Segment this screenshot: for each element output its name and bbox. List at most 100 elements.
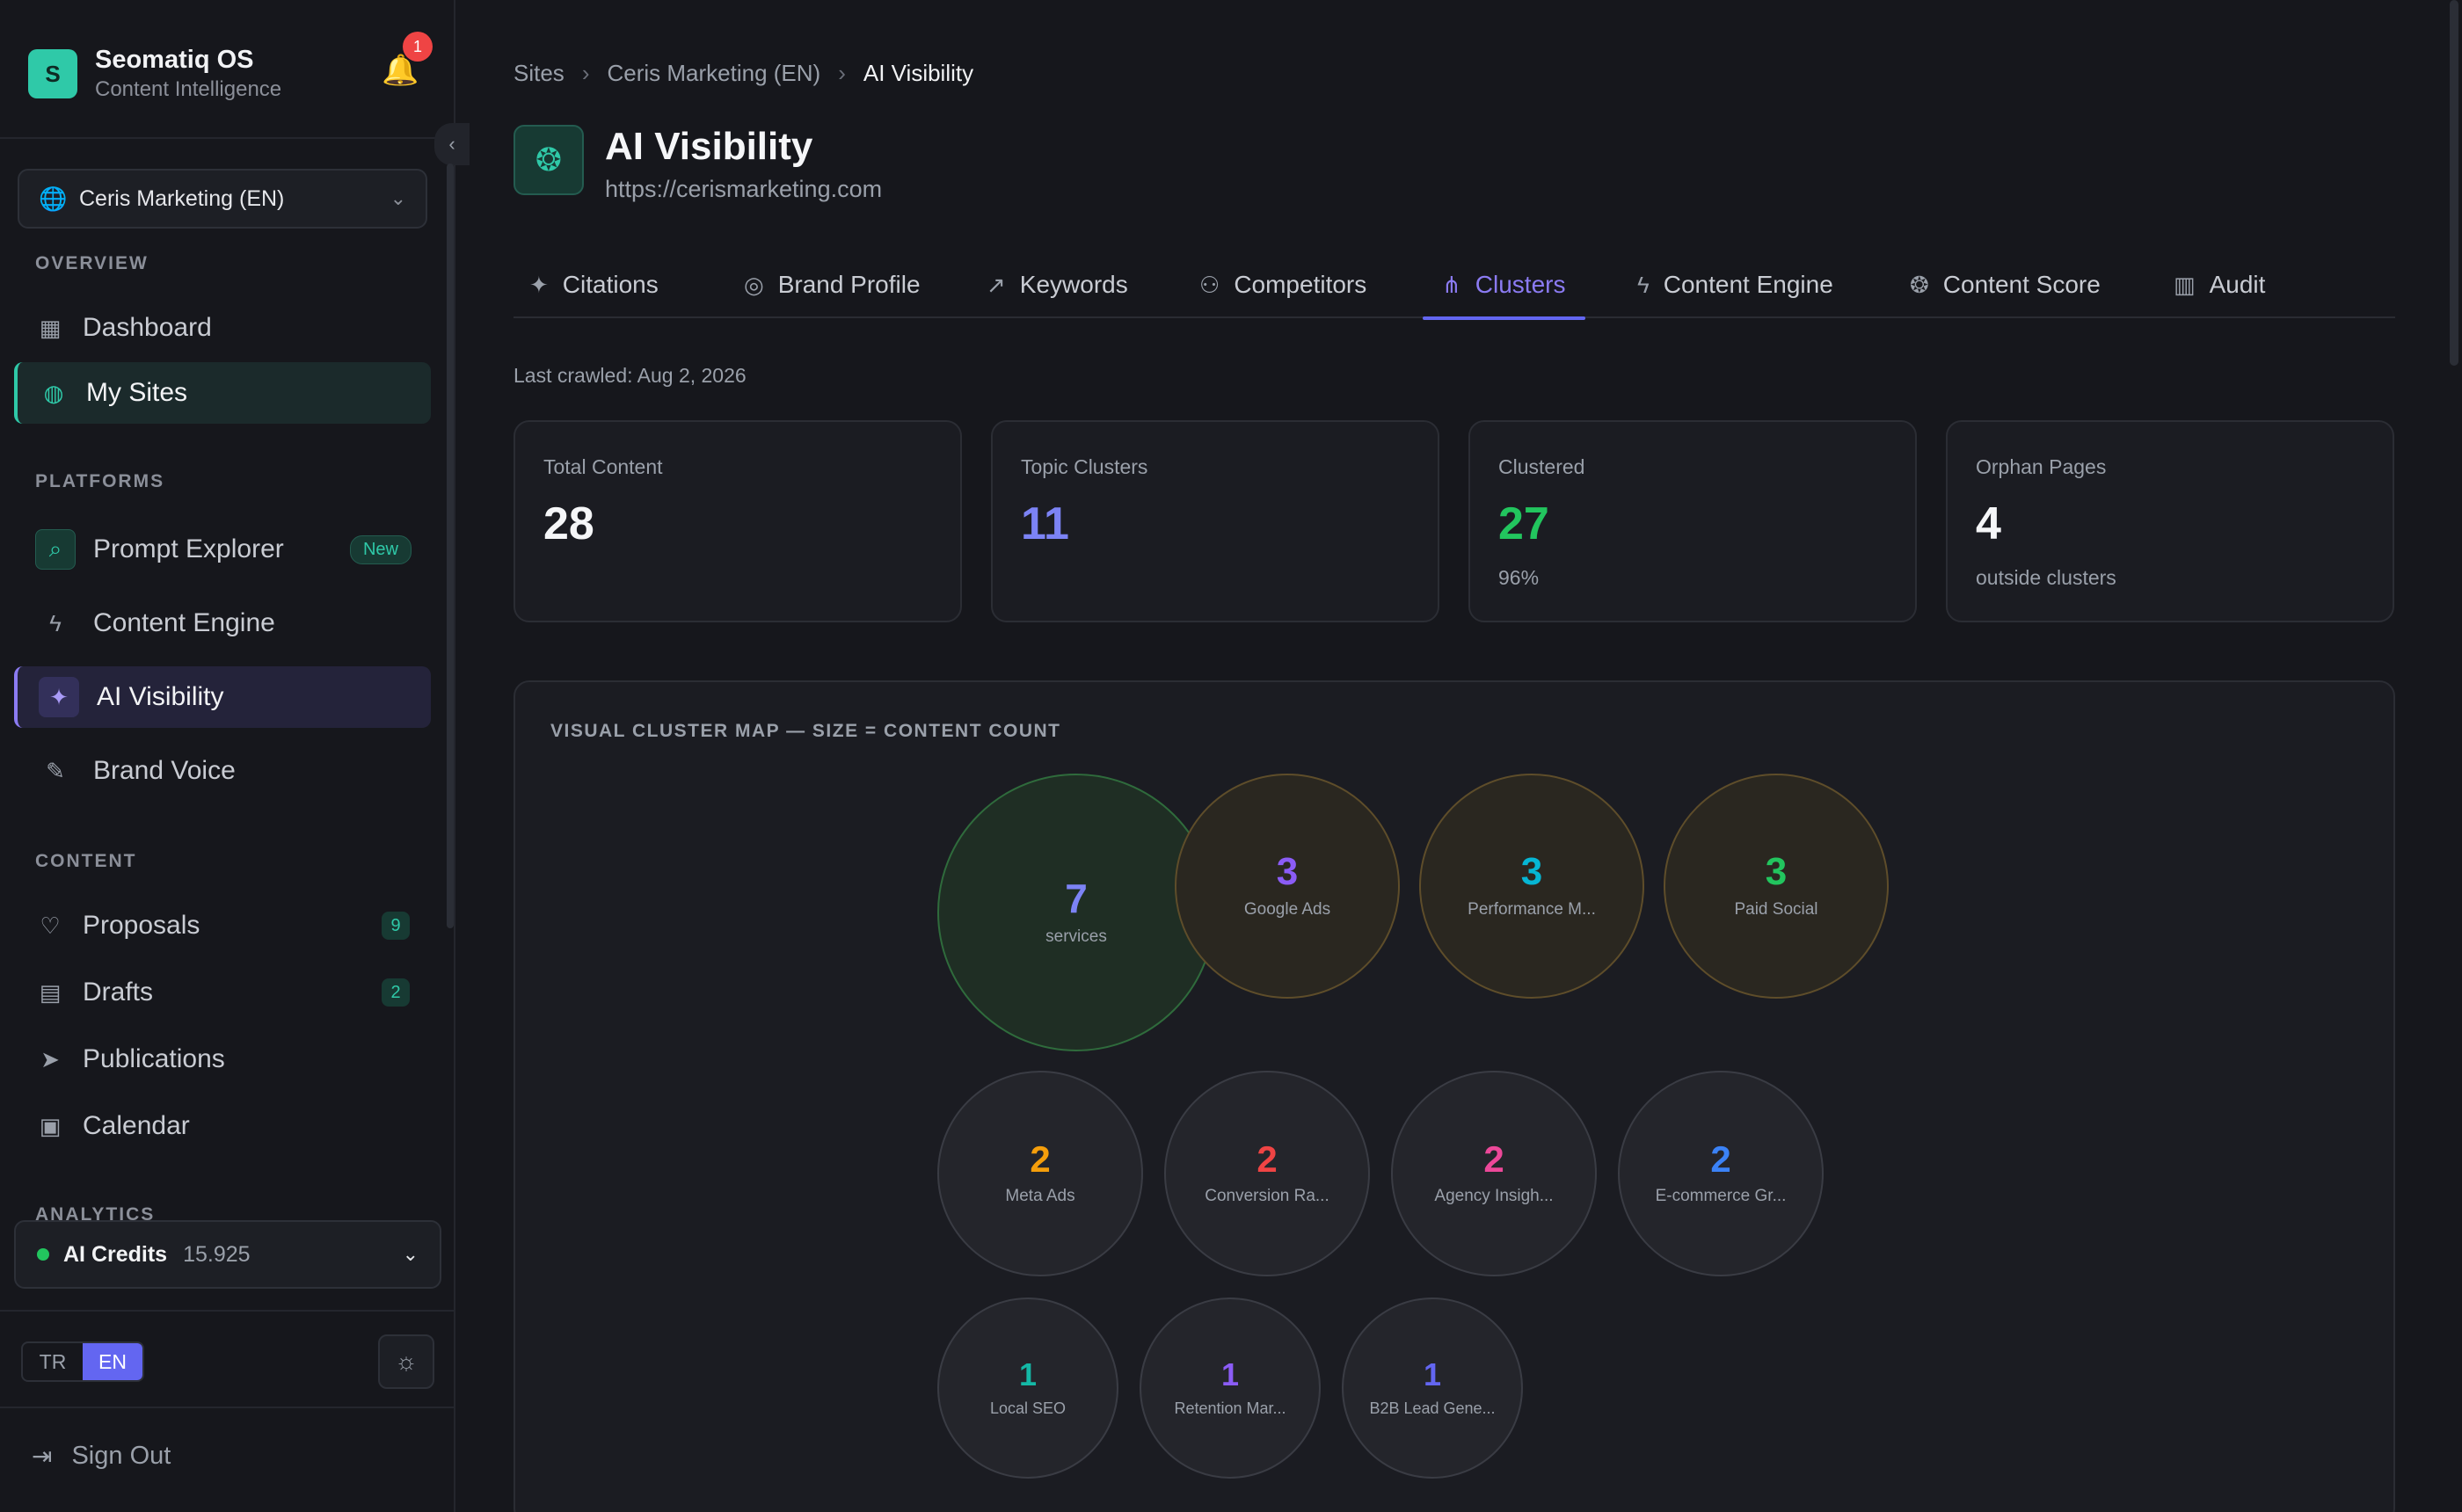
- stat-value: 27: [1498, 498, 1549, 549]
- cluster-bubble[interactable]: 1 Retention Mar...: [1140, 1298, 1321, 1479]
- site-selector[interactable]: 🌐 Ceris Marketing (EN) ⌄: [18, 169, 427, 229]
- cluster-count: 1: [1423, 1356, 1442, 1392]
- cluster-label: Local SEO: [989, 1399, 1067, 1417]
- cluster-label: B2B Lead Gene...: [1369, 1399, 1496, 1417]
- sidebar-item-publications[interactable]: ➤ Publications: [14, 1029, 431, 1090]
- cluster-map-title: VISUAL CLUSTER MAP — SIZE = CONTENT COUN…: [550, 721, 1061, 741]
- tab-brand-profile[interactable]: ◎ Brand Profile: [744, 251, 921, 318]
- cluster-bubble[interactable]: 3 Google Ads: [1175, 774, 1400, 999]
- feather-icon: ✎: [46, 757, 65, 784]
- stat-subtext: outside clusters: [1976, 566, 2116, 589]
- lightbulb-icon: ♡: [40, 912, 61, 939]
- site-url[interactable]: https://cerismarketing.com: [605, 176, 882, 203]
- sparkles-icon: ✦: [529, 271, 549, 298]
- page-scrollbar[interactable]: [2450, 0, 2458, 366]
- sidebar-item-label: My Sites: [86, 378, 188, 407]
- cluster-bubble[interactable]: 1 B2B Lead Gene...: [1342, 1298, 1523, 1479]
- trending-up-icon: ↗: [987, 271, 1006, 298]
- tab-competitors[interactable]: ⚇ Competitors: [1199, 251, 1366, 318]
- sidebar-item-label: Prompt Explorer: [93, 534, 284, 563]
- tab-audit[interactable]: ▥ Audit: [2174, 251, 2265, 318]
- cluster-bubble[interactable]: 2 Conversion Ra...: [1164, 1071, 1370, 1276]
- tab-keywords[interactable]: ↗ Keywords: [987, 251, 1128, 318]
- send-icon: ➤: [40, 1045, 60, 1072]
- section-label-overview: OVERVIEW: [35, 253, 149, 273]
- lang-en-button[interactable]: EN: [83, 1343, 142, 1380]
- bolt-icon: ϟ: [1637, 271, 1650, 298]
- cluster-bubble[interactable]: 7 services: [937, 774, 1215, 1051]
- divider: [0, 1407, 455, 1408]
- tab-label: Audit: [2209, 271, 2266, 298]
- brain-icon: ❂: [514, 125, 584, 195]
- sign-out-button[interactable]: ⇥ Sign Out: [32, 1442, 171, 1471]
- chevron-right-icon: ›: [838, 60, 846, 86]
- breadcrumb-sites[interactable]: Sites: [514, 60, 565, 87]
- chevron-left-icon: ‹: [448, 133, 455, 155]
- page-header: ❂ AI Visibility https://cerismarketing.c…: [514, 125, 882, 203]
- sidebar: S Seomatiq OS Content Intelligence 🔔 1 ‹…: [0, 0, 470, 1512]
- stat-label: Clustered: [1498, 455, 1585, 478]
- sign-out-label: Sign Out: [71, 1442, 171, 1470]
- cluster-count: 7: [1065, 876, 1088, 921]
- stat-card-topic-clusters: Topic Clusters 11: [991, 420, 1439, 622]
- tab-citations[interactable]: ✦ Citations: [529, 251, 659, 318]
- cluster-label: Paid Social: [1734, 900, 1818, 919]
- sidebar-item-dashboard[interactable]: ▦ Dashboard: [14, 297, 431, 359]
- sidebar-item-my-sites[interactable]: ◍ My Sites: [14, 362, 431, 424]
- calendar-icon: ▣: [39, 1112, 62, 1139]
- stat-label: Orphan Pages: [1976, 455, 2107, 478]
- notifications-button[interactable]: 🔔 1: [382, 32, 433, 90]
- breadcrumb-current: AI Visibility: [863, 60, 974, 86]
- fingerprint-icon: ◎: [744, 271, 764, 298]
- cluster-count: 1: [1220, 1356, 1240, 1392]
- document-icon: ▤: [39, 978, 62, 1006]
- sidebar-item-calendar[interactable]: ▣ Calendar: [14, 1095, 431, 1157]
- bolt-icon: ϟ: [49, 609, 62, 636]
- app-subtitle: Content Intelligence: [95, 77, 282, 101]
- sidebar-item-prompt-explorer[interactable]: ⌕ Prompt Explorer New: [14, 519, 431, 580]
- grid-icon: ▦: [39, 314, 62, 341]
- cluster-bubble[interactable]: 2 Meta Ads: [937, 1071, 1143, 1276]
- cluster-label: E-commerce Gr...: [1655, 1187, 1787, 1205]
- stat-value: 11: [1021, 498, 1069, 549]
- brand[interactable]: S Seomatiq OS Content Intelligence: [28, 44, 281, 104]
- cluster-map-panel: VISUAL CLUSTER MAP — SIZE = CONTENT COUN…: [514, 680, 2395, 1512]
- app-name: Seomatiq OS: [95, 46, 254, 74]
- sidebar-item-proposals[interactable]: ♡ Proposals 9: [14, 895, 431, 956]
- cluster-bubble[interactable]: 1 Local SEO: [937, 1298, 1118, 1479]
- cluster-bubble[interactable]: 2 E-commerce Gr...: [1618, 1071, 1824, 1276]
- sidebar-item-drafts[interactable]: ▤ Drafts 2: [14, 962, 431, 1023]
- tab-label: Clusters: [1475, 271, 1566, 298]
- tab-content-engine[interactable]: ϟ Content Engine: [1637, 251, 1833, 318]
- globe-icon: ◍: [43, 379, 64, 406]
- theme-toggle-button[interactable]: ☼: [378, 1334, 434, 1389]
- tab-label: Content Engine: [1663, 271, 1833, 298]
- ai-credits-dropdown[interactable]: AI Credits 15.925 ⌄: [14, 1220, 441, 1289]
- sidebar-item-content-engine[interactable]: ϟ Content Engine: [14, 592, 431, 654]
- sidebar-item-label: Dashboard: [83, 313, 212, 342]
- lang-tr-button[interactable]: TR: [23, 1343, 83, 1380]
- ai-credits-label: AI Credits: [63, 1241, 168, 1267]
- section-label-content: CONTENT: [35, 851, 137, 871]
- sidebar-item-brand-voice[interactable]: ✎ Brand Voice: [14, 740, 431, 802]
- sidebar-item-label: AI Visibility: [97, 682, 224, 711]
- tab-clusters[interactable]: ⋔ Clusters: [1423, 251, 1584, 320]
- site-selector-value: Ceris Marketing (EN): [79, 185, 285, 211]
- cluster-bubble[interactable]: 3 Paid Social: [1664, 774, 1889, 999]
- cluster-bubble[interactable]: 3 Performance M...: [1419, 774, 1644, 999]
- tab-label: Citations: [562, 271, 659, 298]
- chevron-down-icon: ⌄: [390, 187, 406, 209]
- cluster-bubble[interactable]: 2 Agency Insigh...: [1391, 1071, 1597, 1276]
- breadcrumb: Sites › Ceris Marketing (EN) › AI Visibi…: [514, 60, 973, 87]
- tab-label: Brand Profile: [777, 271, 921, 298]
- stat-card-total-content: Total Content 28: [514, 420, 962, 622]
- logout-icon: ⇥: [32, 1443, 53, 1470]
- breadcrumb-site[interactable]: Ceris Marketing (EN): [607, 60, 820, 87]
- tab-content-score[interactable]: ❂ Content Score: [1910, 251, 2101, 318]
- tab-label: Keywords: [1019, 271, 1128, 298]
- sidebar-scrollbar[interactable]: [447, 164, 454, 928]
- last-crawled: Last crawled: Aug 2, 2026: [514, 364, 747, 387]
- ai-credits-value: 15.925: [183, 1241, 251, 1267]
- sun-icon: ☼: [395, 1348, 418, 1375]
- sidebar-item-ai-visibility[interactable]: ✦ AI Visibility: [14, 666, 431, 728]
